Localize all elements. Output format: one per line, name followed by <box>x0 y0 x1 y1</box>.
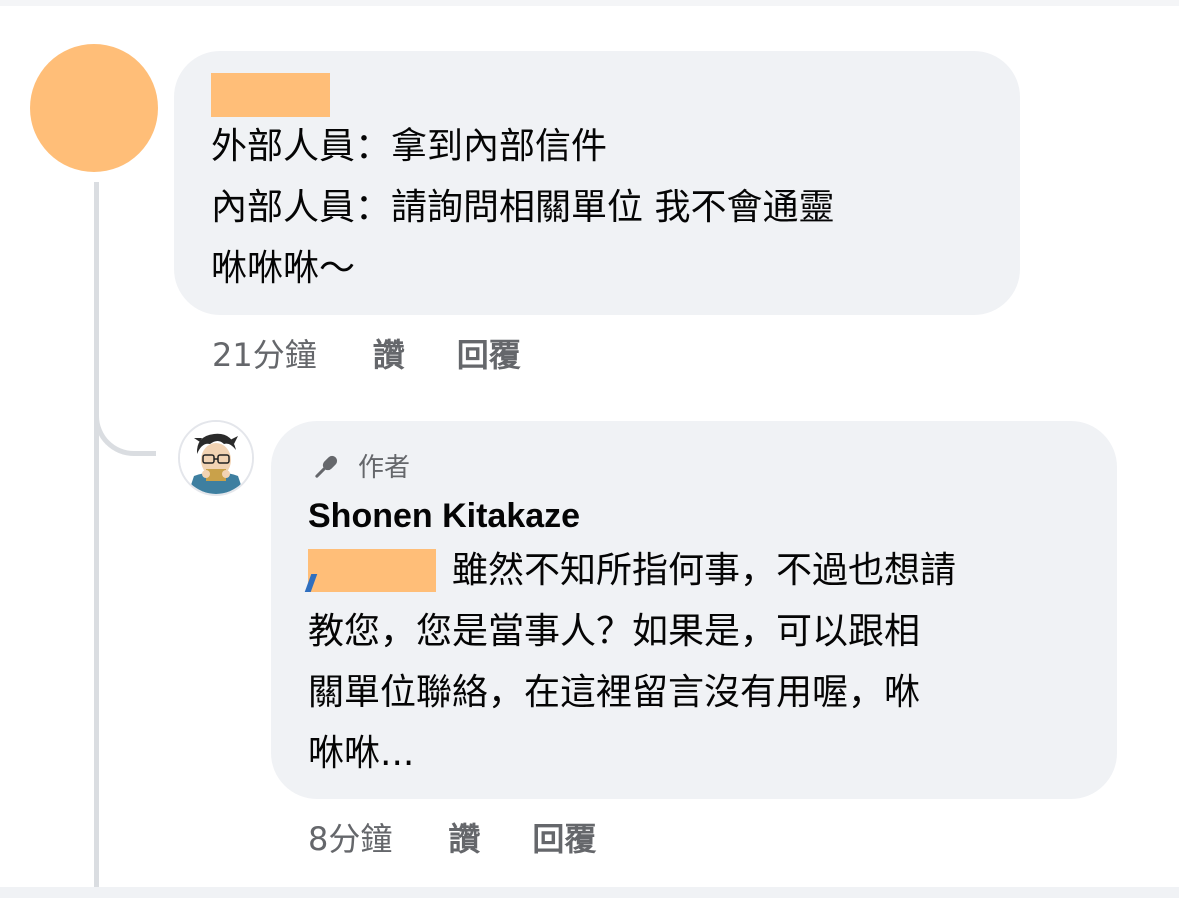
reply-text-line: 教您，您是當事人？如果是，可以跟相 <box>308 611 921 652</box>
comment-text-line: 外部人員：拿到內部信件 <box>211 126 608 167</box>
reply-text-line: 雖然不知所指何事，不過也想請 <box>452 550 957 591</box>
author-name[interactable]: Shonen Kitakaze <box>308 494 580 538</box>
author-avatar[interactable] <box>178 420 254 496</box>
author-avatar-illustration <box>180 422 252 494</box>
bottom-divider <box>0 887 1179 898</box>
thread-branch-connector <box>94 392 156 456</box>
reply-button[interactable]: 回覆 <box>457 330 521 376</box>
reply-button[interactable]: 回覆 <box>532 814 596 860</box>
comment-text-line: 咻咻咻～ <box>211 248 356 289</box>
comment-actions: 21分鐘 讚 回覆 <box>212 331 573 375</box>
reply-timestamp[interactable]: 8分鐘 <box>308 814 392 860</box>
top-divider <box>0 0 1179 6</box>
redacted-mention <box>308 549 436 592</box>
commenter-avatar[interactable] <box>30 44 158 172</box>
reply-actions: 8分鐘 讚 回覆 <box>308 815 648 859</box>
comment-timestamp[interactable]: 21分鐘 <box>212 330 317 376</box>
comment-text-line: 內部人員：請詢問相關單位 我不會通靈 <box>211 187 835 228</box>
like-button[interactable]: 讚 <box>373 330 405 376</box>
microphone-icon <box>315 455 338 478</box>
redacted-commenter-name <box>211 73 330 117</box>
thread-connector <box>94 182 99 887</box>
author-badge: 作者 <box>308 450 410 486</box>
author-badge-label: 作者 <box>358 453 411 483</box>
reply-text-line: 關單位聯絡，在這裡留言沒有用喔，咻 <box>308 672 921 713</box>
like-button[interactable]: 讚 <box>448 814 480 860</box>
reply-text-line: 咻咻... <box>308 733 415 774</box>
